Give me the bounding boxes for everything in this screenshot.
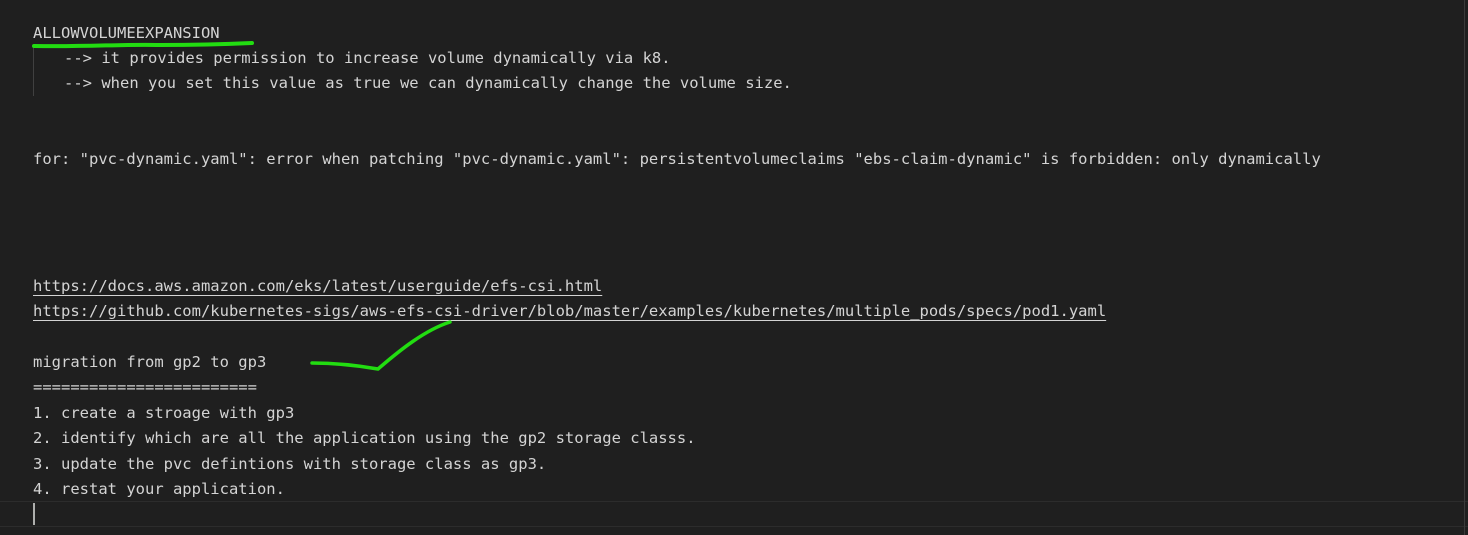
error-line: for: "pvc-dynamic.yaml": error when patc…: [33, 150, 1321, 168]
migration-title: migration from gp2 to gp3: [33, 353, 267, 371]
note-line-2: --> when you set this value as true we c…: [64, 74, 792, 92]
step-2: 2. identify which are all the applicatio…: [33, 429, 696, 447]
aws-docs-link[interactable]: https://docs.aws.amazon.com/eks/latest/u…: [33, 276, 602, 296]
editor-right-edge: [1464, 0, 1465, 535]
step-4: 4. restat your application.: [33, 480, 285, 498]
step-1: 1. create a stroage with gp3: [33, 404, 295, 422]
note-line-1: --> it provides permission to increase v…: [64, 49, 671, 67]
text-cursor: [33, 503, 35, 525]
heading-line: ALLOWVOLUMEEXPANSION: [33, 24, 220, 42]
github-link[interactable]: https://github.com/kubernetes-sigs/aws-e…: [33, 301, 1106, 321]
current-line-highlight: [0, 501, 1468, 527]
step-3: 3. update the pvc defintions with storag…: [33, 455, 547, 473]
migration-check-stroke: [310, 320, 452, 371]
separator-line: ========================: [33, 378, 257, 396]
text-editor[interactable]: ALLOWVOLUMEEXPANSION --> it provides per…: [0, 0, 1468, 535]
heading-underline-stroke: [32, 41, 254, 49]
indent-guide: [33, 46, 34, 96]
